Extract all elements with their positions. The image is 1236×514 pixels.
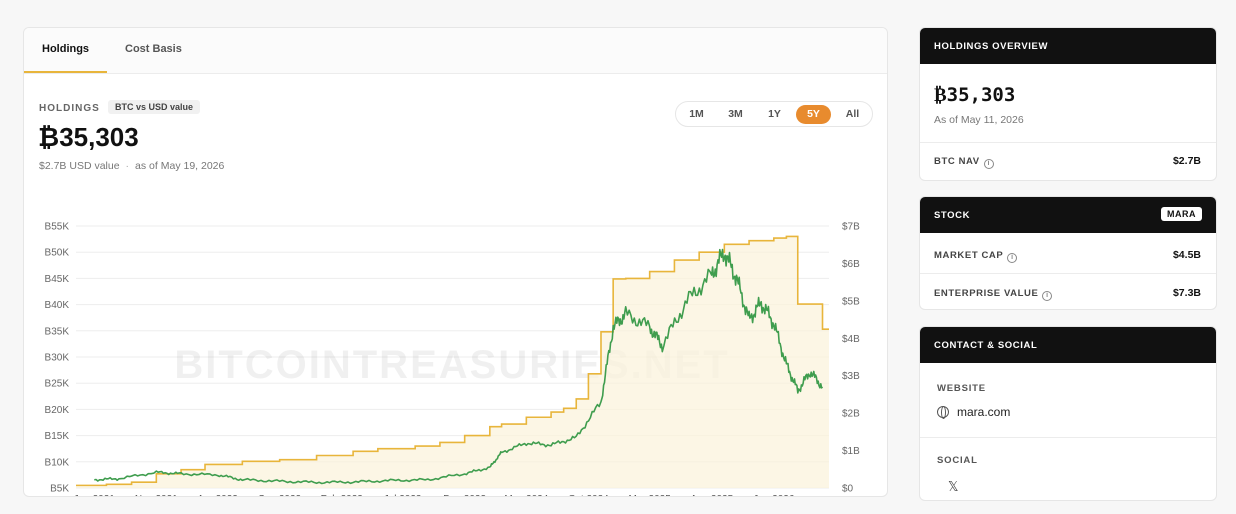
enterprise-value-row: ENTERPRISE VALUE i $7.3B bbox=[920, 275, 1216, 309]
holdings-overview-card: HOLDINGS OVERVIEW ₿35,303 As of May 11, … bbox=[919, 27, 1217, 181]
overview-value: ₿35,303 bbox=[934, 84, 1016, 106]
left-tick-label: B20K bbox=[45, 405, 70, 416]
stock-header: STOCK MARA bbox=[920, 197, 1216, 233]
ticker-badge[interactable]: MARA bbox=[1161, 207, 1202, 221]
left-tick-label: B15K bbox=[45, 431, 70, 442]
website-link[interactable]: mara.com bbox=[937, 405, 1010, 419]
left-tick-label: B25K bbox=[45, 379, 70, 390]
range-5y-button[interactable]: 5Y bbox=[796, 105, 831, 124]
info-icon[interactable]: i bbox=[983, 159, 994, 169]
x-tick-label: Oct 2024 bbox=[568, 494, 609, 497]
right-tick-label: $4B bbox=[842, 334, 860, 345]
contact-header: CONTACT & SOCIAL bbox=[920, 327, 1216, 363]
range-all-button[interactable]: All bbox=[835, 105, 870, 124]
as-of-date: as of May 19, 2026 bbox=[135, 160, 225, 172]
x-tick-label: Mar 2025 bbox=[629, 494, 672, 497]
usd-value: $2.7B USD value bbox=[39, 160, 120, 172]
right-tick-label: $5B bbox=[842, 296, 860, 307]
right-tick-label: $0 bbox=[842, 484, 854, 495]
market-cap-row: MARKET CAP i $4.5B bbox=[920, 237, 1216, 273]
x-tick-label: Jul 2023 bbox=[384, 494, 422, 497]
x-tick-label: Jun 2021 bbox=[74, 494, 116, 497]
market-cap-label: MARKET CAP i bbox=[934, 250, 1018, 263]
x-tick-label: Jan 2026 bbox=[753, 494, 795, 497]
left-tick-label: B50K bbox=[45, 248, 70, 259]
left-tick-label: B30K bbox=[45, 353, 70, 364]
x-tick-label: Nov 2021 bbox=[135, 494, 178, 497]
x-tick-label: Feb 2023 bbox=[321, 494, 364, 497]
x-tick-label: Aug 2025 bbox=[690, 494, 733, 497]
left-tick-label: B10K bbox=[45, 457, 70, 468]
holdings-value: ₿35,303 bbox=[38, 122, 139, 152]
left-tick-label: B55K bbox=[45, 222, 70, 233]
enterprise-value-value: $7.3B bbox=[1172, 287, 1201, 299]
social-label: SOCIAL bbox=[937, 455, 978, 466]
left-tick-label: B45K bbox=[45, 274, 70, 285]
holdings-subline: $2.7B USD value · as of May 19, 2026 bbox=[39, 160, 225, 172]
x-tick-label: May 2024 bbox=[504, 494, 548, 497]
x-tick-label: Sep 2022 bbox=[258, 494, 301, 497]
tab-holdings[interactable]: Holdings bbox=[42, 43, 89, 55]
stock-card: STOCK MARA MARKET CAP i $4.5B ENTERPRISE … bbox=[919, 196, 1217, 310]
left-tick-label: B35K bbox=[45, 326, 70, 337]
btc-nav-row: BTC NAV i $2.7B bbox=[920, 143, 1216, 179]
tab-bar: Holdings Cost Basis bbox=[24, 28, 887, 74]
right-tick-label: $6B bbox=[842, 259, 860, 270]
holdings-card: Holdings Cost Basis HOLDINGS BTC vs USD … bbox=[23, 27, 888, 497]
range-3m-button[interactable]: 3M bbox=[718, 105, 753, 124]
x-tick-label: Apr 2022 bbox=[197, 494, 238, 497]
globe-icon bbox=[937, 406, 949, 419]
holdings-overview-header: HOLDINGS OVERVIEW bbox=[920, 28, 1216, 64]
btc-vs-usd-pill: BTC vs USD value bbox=[108, 100, 201, 114]
divider bbox=[920, 273, 1216, 274]
divider bbox=[920, 437, 1216, 438]
btc-nav-label: BTC NAV i bbox=[934, 156, 994, 169]
website-label: WEBSITE bbox=[937, 383, 986, 394]
left-tick-label: B5K bbox=[50, 484, 69, 495]
right-tick-label: $3B bbox=[842, 371, 860, 382]
holdings-label: HOLDINGS bbox=[39, 103, 100, 114]
active-tab-indicator bbox=[24, 71, 107, 73]
range-selector: 1M 3M 1Y 5Y All bbox=[675, 101, 873, 127]
right-tick-label: $1B bbox=[842, 446, 860, 457]
right-tick-label: $2B bbox=[842, 409, 860, 420]
holdings-chart: B5K B10K B15K B20K B25K B30K B35K B40K B45K B50K B… bbox=[45, 222, 861, 497]
info-icon[interactable]: i bbox=[1042, 291, 1053, 301]
right-tick-label: $7B bbox=[842, 222, 860, 233]
range-1y-button[interactable]: 1Y bbox=[757, 105, 792, 124]
market-cap-value: $4.5B bbox=[1172, 249, 1201, 261]
contact-card: CONTACT & SOCIAL WEBSITE mara.com SOCIAL… bbox=[919, 326, 1217, 501]
tab-cost-basis[interactable]: Cost Basis bbox=[125, 43, 182, 55]
x-logo-icon[interactable]: 𝕏 bbox=[948, 479, 958, 495]
info-icon[interactable]: i bbox=[1007, 253, 1018, 263]
overview-date: As of May 11, 2026 bbox=[934, 114, 1024, 126]
range-1m-button[interactable]: 1M bbox=[679, 105, 714, 124]
enterprise-value-label: ENTERPRISE VALUE i bbox=[934, 288, 1053, 301]
btc-nav-value: $2.7B bbox=[1172, 155, 1201, 167]
x-tick-label: Dec 2023 bbox=[443, 494, 486, 497]
left-tick-label: B40K bbox=[45, 300, 70, 311]
